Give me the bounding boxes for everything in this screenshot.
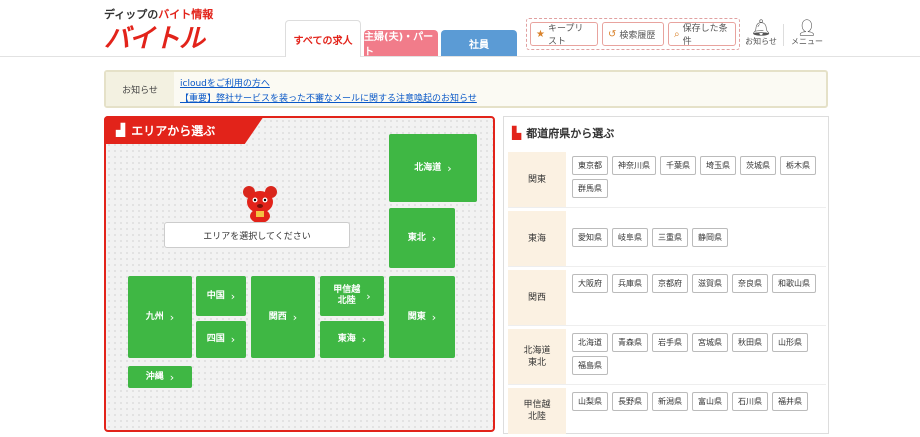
pref-button-akita[interactable]: 秋田県 — [732, 333, 768, 352]
map-icon: ▟ — [116, 123, 126, 137]
pref-button-gunma[interactable]: 群馬県 — [572, 179, 608, 198]
notice-link-icloud[interactable]: icloudをご利用の方へ — [180, 76, 270, 89]
notice-link-phishing[interactable]: 【重要】弊社サービスを装った不審なメールに関する注意喚起のお知らせ — [180, 91, 477, 104]
history-icon: ↺ — [608, 28, 617, 40]
pref-button-fukui[interactable]: 福井県 — [772, 392, 808, 411]
pref-row-label: 甲信越 北陸 — [508, 388, 566, 434]
pref-button-miyagi[interactable]: 宮城県 — [692, 333, 728, 352]
pref-button-aichi[interactable]: 愛知県 — [572, 228, 608, 247]
pref-button-niigata[interactable]: 新潟県 — [652, 392, 688, 411]
saved-conditions-button[interactable]: ⌕ 保存した条件 — [668, 22, 736, 47]
bell-icon: 🔔︎ — [750, 18, 772, 37]
region-hokkaido-button[interactable]: 北海道 › — [389, 134, 477, 202]
keep-list-button[interactable]: ★ キープリスト — [530, 22, 598, 47]
pref-button-tochigi[interactable]: 栃木県 — [780, 156, 816, 175]
pref-button-gifu[interactable]: 岐阜県 — [612, 228, 648, 247]
notice-label: お知らせ — [106, 72, 174, 106]
pref-button-kanagawa[interactable]: 神奈川県 — [612, 156, 656, 175]
pref-button-saitama[interactable]: 埼玉県 — [700, 156, 736, 175]
pref-button-toyama[interactable]: 富山県 — [692, 392, 728, 411]
pref-button-iwate[interactable]: 岩手県 — [652, 333, 688, 352]
user-icon: 👤︎ — [796, 18, 818, 37]
tab-full-time[interactable]: 社員 — [441, 30, 517, 56]
pref-button-nagano[interactable]: 長野県 — [612, 392, 648, 411]
region-tokai-button[interactable]: 東海 › — [320, 321, 384, 358]
pref-row-kanto: 関東 東京都 神奈川県 千葉県 埼玉県 茨城県 栃木県 群馬県 — [508, 152, 826, 208]
tab-part-time[interactable]: 主婦(夫)・パート — [364, 30, 438, 58]
region-koshinetsu-button[interactable]: 甲信越 北陸 › — [320, 276, 384, 316]
star-icon: ★ — [536, 28, 545, 40]
pref-button-shiga[interactable]: 滋賀県 — [692, 274, 728, 293]
prefecture-panel-title: ▙ 都道府県から選ぶ — [512, 126, 615, 140]
pref-row-kansai: 関西 大阪府 兵庫県 京都府 滋賀県 奈良県 和歌山県 — [508, 270, 826, 326]
region-chugoku-button[interactable]: 中国 › — [196, 276, 246, 316]
tab-all-jobs[interactable]: すべての求人 — [285, 20, 361, 57]
pref-button-hokkaido[interactable]: 北海道 — [572, 333, 608, 352]
notice-bar: お知らせ icloudをご利用の方へ 【重要】弊社サービスを装った不審なメールに… — [104, 70, 828, 108]
region-kyushu-button[interactable]: 九州 › — [128, 276, 192, 358]
area-prompt: エリアを選択してください — [164, 222, 350, 248]
region-shikoku-button[interactable]: 四国 › — [196, 321, 246, 358]
building-icon: ▙ — [512, 126, 522, 140]
pref-button-yamanashi[interactable]: 山梨県 — [572, 392, 608, 411]
pref-row-label: 関西 — [508, 270, 566, 325]
pref-button-mie[interactable]: 三重県 — [652, 228, 688, 247]
pref-row-hokkaido-tohoku: 北海道 東北 北海道 青森県 岩手県 宮城県 秋田県 山形県 福島県 — [508, 329, 826, 385]
pref-button-tokyo[interactable]: 東京都 — [572, 156, 608, 175]
header-divider — [783, 24, 784, 46]
region-kanto-button[interactable]: 関東 › — [389, 276, 455, 358]
site-header: ディップのバイト情報 バイトル すべての求人 主婦(夫)・パート 社員 ★ キープ… — [0, 0, 920, 58]
pref-button-wakayama[interactable]: 和歌山県 — [772, 274, 816, 293]
mascot-icon — [243, 186, 277, 223]
search-icon: ⌕ — [674, 28, 680, 40]
menu-button[interactable]: 👤︎ メニュー — [790, 20, 824, 47]
pref-button-ishikawa[interactable]: 石川県 — [732, 392, 768, 411]
pref-button-aomori[interactable]: 青森県 — [612, 333, 648, 352]
site-logo[interactable]: バイトル — [104, 18, 205, 55]
region-tohoku-button[interactable]: 東北 › — [389, 208, 455, 268]
search-history-button[interactable]: ↺ 検索履歴 — [602, 22, 664, 46]
prefecture-panel: ▙ 都道府県から選ぶ 関東 東京都 神奈川県 千葉県 埼玉県 茨城県 栃木県 群馬… — [503, 116, 829, 434]
pref-row-label: 東海 — [508, 211, 566, 266]
pref-button-hyogo[interactable]: 兵庫県 — [612, 274, 648, 293]
pref-row-label: 北海道 東北 — [508, 329, 566, 384]
pref-button-yamagata[interactable]: 山形県 — [772, 333, 808, 352]
pref-button-shizuoka[interactable]: 静岡県 — [692, 228, 728, 247]
pref-row-tokai: 東海 愛知県 岐阜県 三重県 静岡県 — [508, 211, 826, 267]
pref-row-label: 関東 — [508, 152, 566, 207]
notification-button[interactable]: 🔔︎ お知らせ — [744, 20, 778, 47]
region-okinawa-button[interactable]: 沖縄 › — [128, 366, 192, 388]
pref-button-chiba[interactable]: 千葉県 — [660, 156, 696, 175]
area-map-panel: ▟ エリアから選ぶ エリアを選択してください 北海道 › 東北 › 甲信越 北陸 › 関… — [104, 116, 495, 432]
pref-row-koshinetsu: 甲信越 北陸 山梨県 長野県 新潟県 富山県 石川県 福井県 — [508, 388, 826, 434]
pref-button-fukushima[interactable]: 福島県 — [572, 356, 608, 375]
pref-button-ibaraki[interactable]: 茨城県 — [740, 156, 776, 175]
area-panel-header: ▟ エリアから選ぶ — [104, 116, 264, 144]
region-kansai-button[interactable]: 関西 › — [251, 276, 315, 358]
pref-button-nara[interactable]: 奈良県 — [732, 274, 768, 293]
pref-button-osaka[interactable]: 大阪府 — [572, 274, 608, 293]
pref-button-kyoto[interactable]: 京都府 — [652, 274, 688, 293]
